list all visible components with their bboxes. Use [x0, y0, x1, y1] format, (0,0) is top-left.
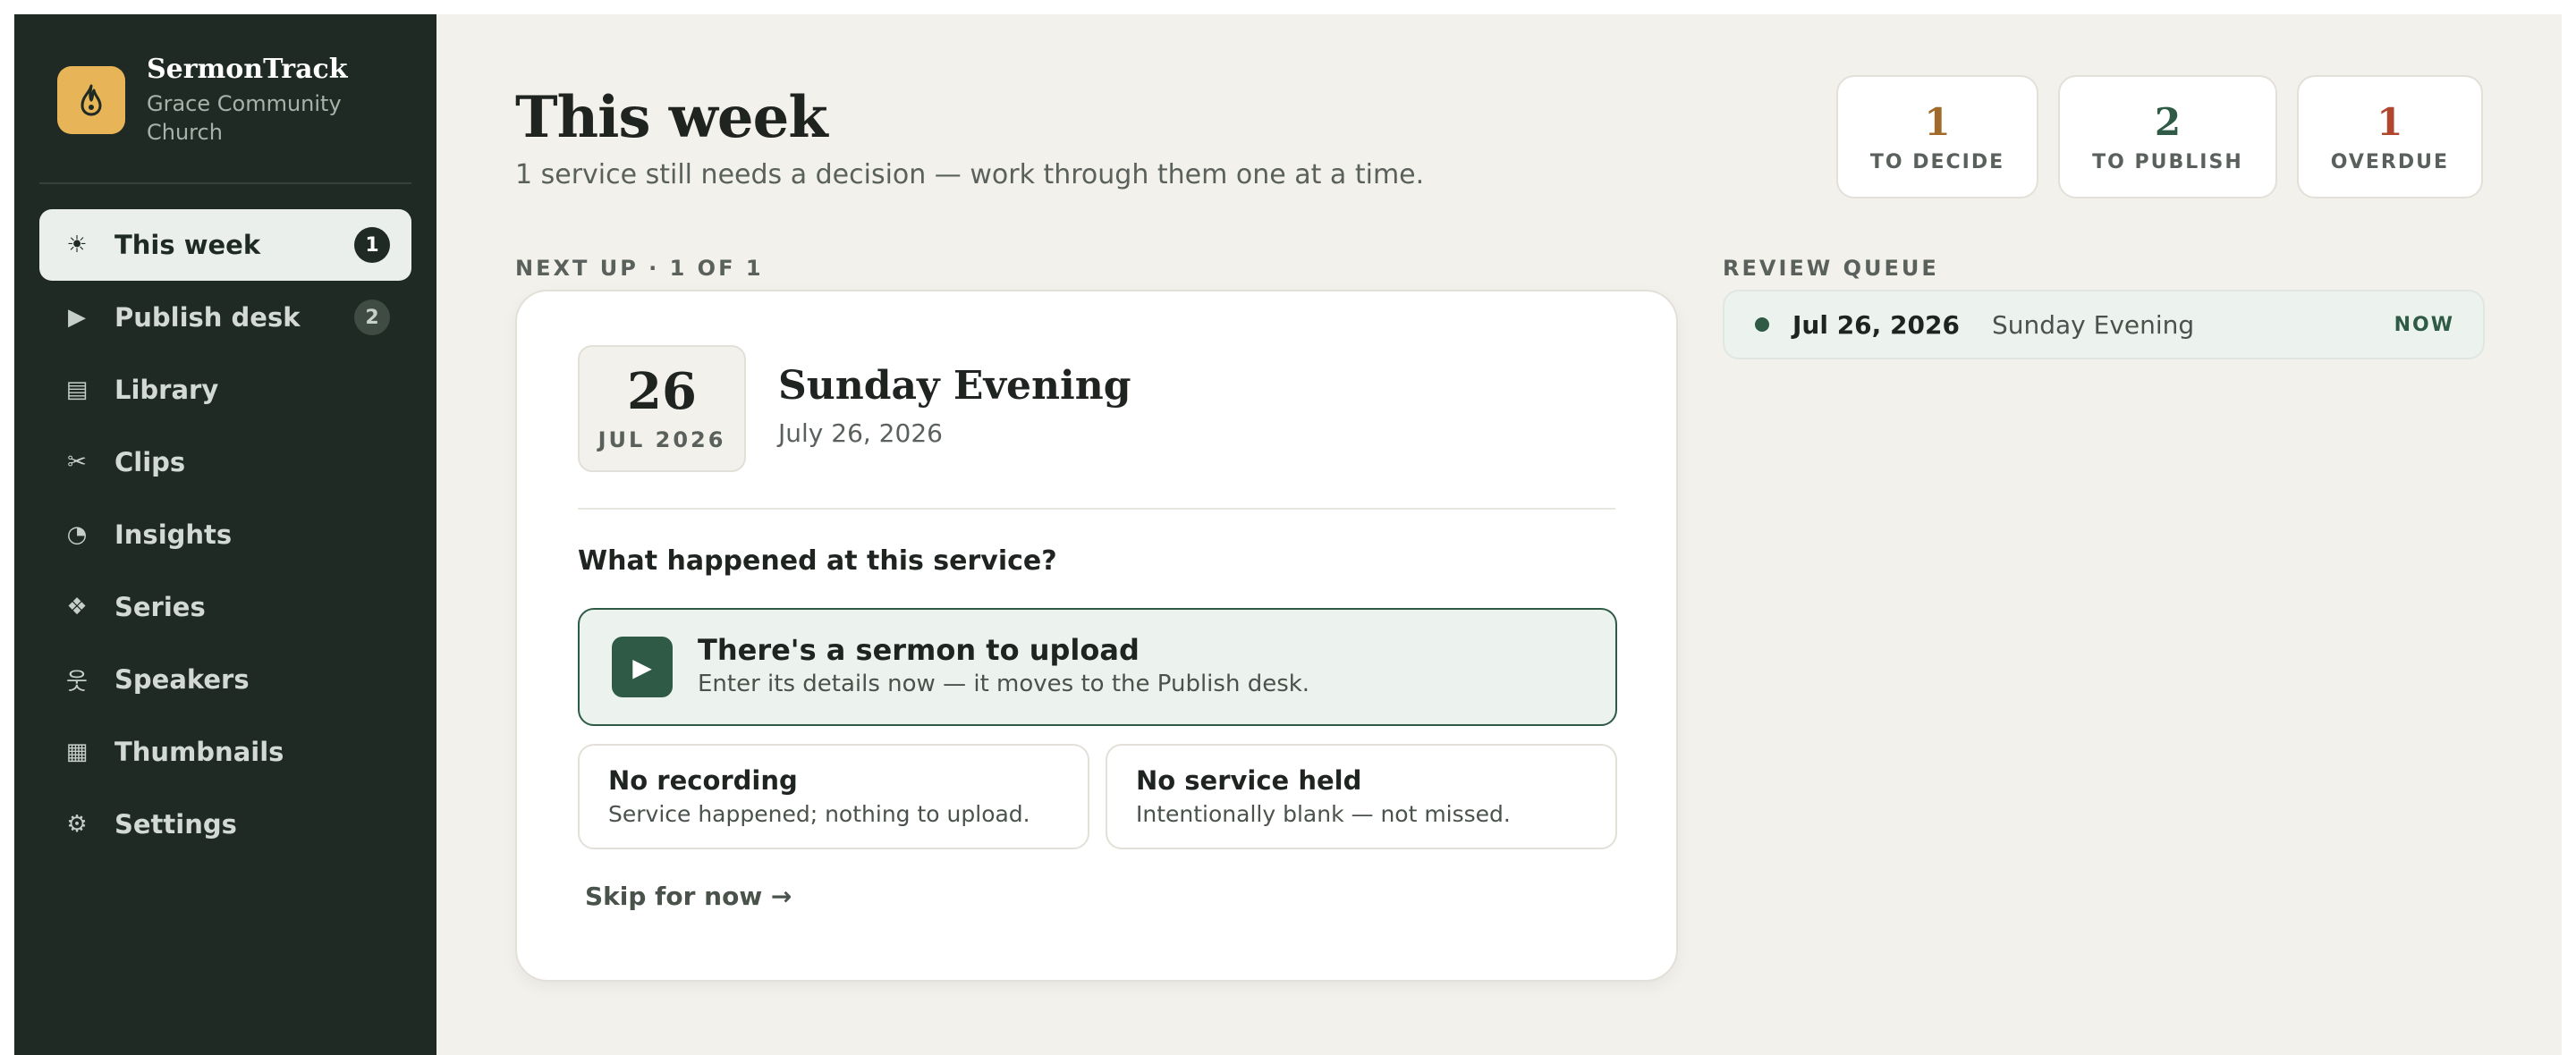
next-up-card: 26 JUL 2026 Sunday Evening July 26, 2026…: [515, 290, 1678, 982]
stat-value: 2: [2154, 99, 2182, 144]
date-day: 26: [627, 362, 697, 421]
skip-for-now-link[interactable]: Skip for now →: [585, 882, 792, 911]
stat-value: 1: [2377, 99, 2403, 144]
decision-question: What happened at this service?: [578, 545, 1057, 577]
sidebar-item-series[interactable]: ❖ Series: [39, 571, 411, 643]
sidebar-item-thumbnails[interactable]: ▦ Thumbnails: [39, 716, 411, 788]
count-badge: 2: [354, 300, 390, 335]
queue-item-date: Jul 26, 2026: [1792, 309, 1960, 340]
option-title: No recording: [608, 765, 798, 796]
count-badge: 1: [354, 227, 390, 263]
no-service-held-option[interactable]: No service held Intentionally blank — no…: [1106, 744, 1617, 849]
sidebar-item-settings[interactable]: ⚙ Settings: [39, 789, 411, 860]
page-title: This week: [515, 84, 828, 151]
app-window: SermonTrack Grace Community Church ☀ Thi…: [14, 14, 2562, 1055]
date-tile: 26 JUL 2026: [578, 345, 746, 472]
play-icon: ▶: [612, 637, 673, 697]
sidebar-item-this-week[interactable]: ☀ This week 1: [39, 209, 411, 281]
queue-item-name: Sunday Evening: [1991, 309, 2195, 340]
stat-overdue[interactable]: 1 OVERDUE: [2296, 75, 2483, 198]
review-queue-label: REVIEW QUEUE: [1723, 256, 1939, 281]
stat-to-publish[interactable]: 2 TO PUBLISH: [2058, 75, 2277, 198]
now-badge: NOW: [2394, 313, 2454, 336]
brand-subtitle: Grace Community Church: [147, 91, 342, 145]
sidebar-nav: ☀ This week 1 ▶ Publish desk 2 ▤ Library…: [39, 209, 411, 860]
page-subtitle: 1 service still needs a decision — work …: [515, 159, 1425, 190]
pie-chart-icon: ◔: [66, 521, 88, 548]
brand-header: SermonTrack Grace Community Church: [39, 14, 411, 184]
series-icon: ❖: [66, 594, 88, 620]
stats-summary: 1 TO DECIDE 2 TO PUBLISH 1 OVERDUE: [1835, 75, 2483, 198]
sidebar-item-label: Speakers: [114, 664, 250, 695]
option-description: Service happened; nothing to upload.: [608, 801, 1030, 827]
sidebar-item-label: Library: [114, 375, 219, 405]
sidebar-item-label: Insights: [114, 519, 233, 550]
sidebar-item-label: Settings: [114, 809, 237, 840]
scissors-icon: ✂: [67, 449, 87, 476]
sidebar-item-publish-desk[interactable]: ▶ Publish desk 2: [39, 282, 411, 353]
sidebar-item-label: Clips: [114, 447, 186, 477]
sidebar: SermonTrack Grace Community Church ☀ Thi…: [14, 14, 436, 1055]
sidebar-item-label: Publish desk: [114, 302, 301, 333]
sidebar-item-label: This week: [114, 230, 261, 260]
play-icon: ▶: [68, 304, 86, 331]
brand-name: SermonTrack: [147, 54, 348, 85]
divider: [578, 508, 1615, 510]
sidebar-item-label: Thumbnails: [114, 737, 284, 767]
service-date: July 26, 2026: [778, 418, 943, 448]
upload-sermon-option[interactable]: ▶ There's a sermon to upload Enter its d…: [578, 608, 1617, 726]
stat-label: TO DECIDE: [1869, 150, 2005, 173]
option-title: No service held: [1136, 765, 1362, 796]
gear-icon: ⚙: [66, 811, 88, 838]
grid-icon: ▦: [65, 738, 89, 765]
option-description: Enter its details now — it moves to the …: [698, 671, 1310, 697]
date-month-year: JUL 2026: [597, 427, 726, 452]
review-queue-item[interactable]: Jul 26, 2026 Sunday Evening NOW: [1723, 290, 2485, 359]
status-dot-icon: [1755, 317, 1769, 332]
sidebar-item-speakers[interactable]: 웃 Speakers: [39, 644, 411, 715]
flame-icon: [57, 66, 125, 134]
sun-icon: ☀: [66, 232, 88, 258]
library-icon: ▤: [65, 376, 89, 403]
stat-value: 1: [1924, 99, 1951, 144]
next-up-label: NEXT UP · 1 OF 1: [515, 256, 764, 281]
sidebar-item-label: Series: [114, 592, 206, 622]
stat-label: TO PUBLISH: [2092, 150, 2243, 173]
option-title: There's a sermon to upload: [698, 633, 1140, 667]
option-description: Intentionally blank — not missed.: [1136, 801, 1511, 827]
main-content: This week 1 service still needs a decisi…: [436, 14, 2562, 1055]
stat-to-decide[interactable]: 1 TO DECIDE: [1835, 75, 2039, 198]
sidebar-item-insights[interactable]: ◔ Insights: [39, 499, 411, 570]
no-recording-option[interactable]: No recording Service happened; nothing t…: [578, 744, 1089, 849]
sidebar-item-clips[interactable]: ✂ Clips: [39, 426, 411, 498]
stat-label: OVERDUE: [2330, 150, 2449, 173]
service-name: Sunday Evening: [778, 363, 1131, 409]
speaker-icon: 웃: [66, 668, 88, 696]
sidebar-item-library[interactable]: ▤ Library: [39, 354, 411, 426]
